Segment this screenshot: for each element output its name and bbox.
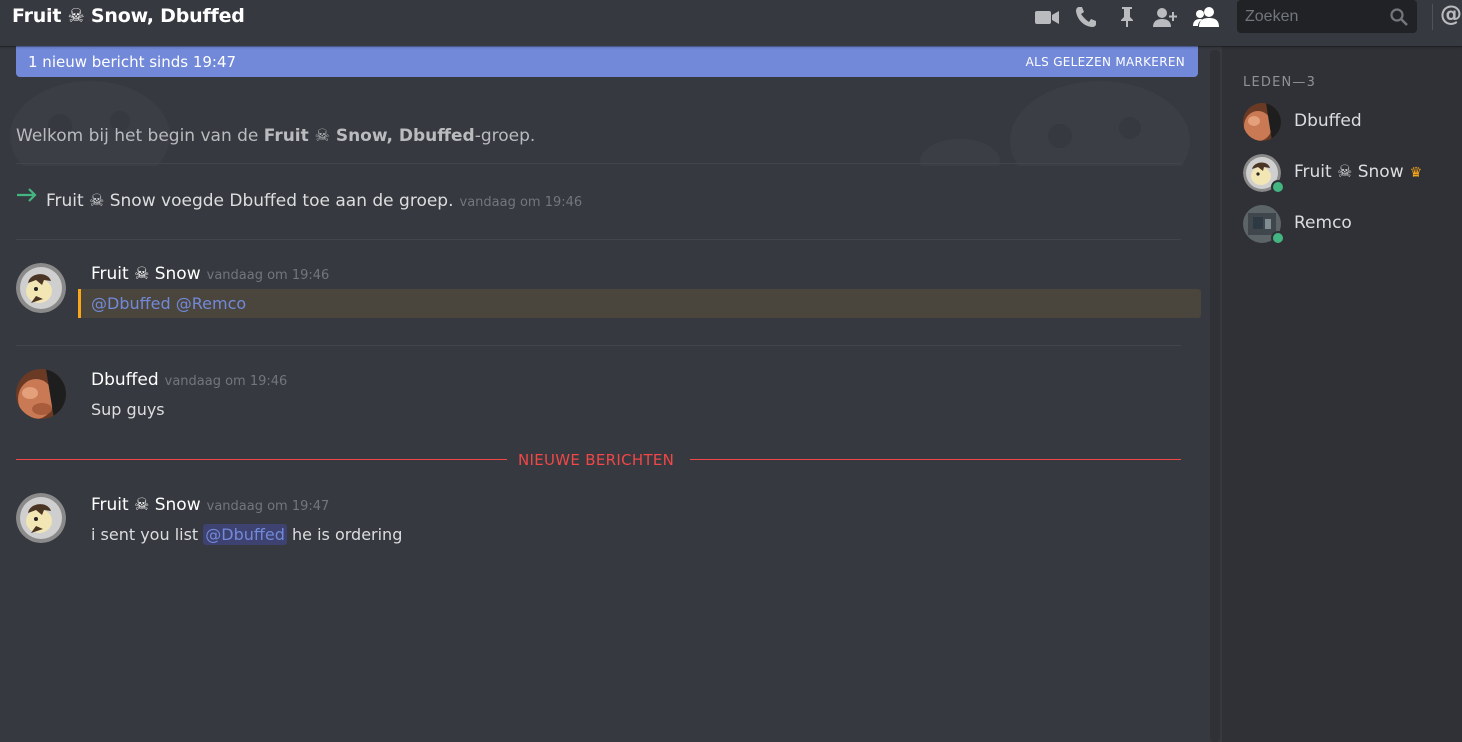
- author-name[interactable]: Fruit ☠ Snow: [91, 495, 201, 515]
- member-list: LEDEN—3 Dbuffed Fruit ☠ Snow ♛ Remco: [1222, 46, 1462, 742]
- message-author[interactable]: Dbuffed vandaag om 19:46: [91, 370, 287, 390]
- system-rest: toe aan de groep.: [297, 191, 454, 211]
- system-actor[interactable]: Fruit ☠ Snow: [46, 191, 156, 211]
- avatar[interactable]: [16, 369, 66, 419]
- members-icon[interactable]: [1193, 6, 1219, 28]
- divider: [16, 163, 1181, 164]
- message-content: i sent you list @Dbuffed he is ordering: [91, 524, 403, 545]
- mention-icon[interactable]: @: [1440, 2, 1462, 27]
- new-messages-divider: [690, 459, 1181, 460]
- channel-header: Fruit ☠ Snow, Dbuffed @: [0, 0, 1462, 46]
- welcome-suffix: -groep.: [474, 126, 536, 146]
- new-messages-banner-text: 1 nieuw bericht sinds 19:47: [28, 53, 237, 71]
- message-text: i sent you list: [91, 525, 204, 544]
- member-name: Dbuffed: [1294, 111, 1362, 131]
- new-messages-banner[interactable]: 1 nieuw bericht sinds 19:47 ALS GELEZEN …: [16, 46, 1198, 77]
- user-mention[interactable]: @Remco: [176, 294, 246, 313]
- new-messages-label: NIEUWE BERICHTEN: [518, 451, 675, 469]
- member-name: Remco: [1294, 213, 1352, 233]
- search-input[interactable]: [1237, 0, 1385, 33]
- author-name[interactable]: Fruit ☠ Snow: [91, 264, 201, 284]
- member-item[interactable]: Dbuffed: [1243, 103, 1453, 143]
- mention-highlight-row: [78, 289, 1201, 318]
- phone-icon[interactable]: [1074, 6, 1100, 28]
- chat-scrollbar[interactable]: [1210, 50, 1220, 742]
- member-item[interactable]: Fruit ☠ Snow ♛: [1243, 154, 1453, 194]
- crown-icon: ♛: [1409, 165, 1423, 181]
- system-verb: voegde: [155, 191, 230, 211]
- avatar[interactable]: [1243, 103, 1281, 141]
- chat-area: 1 nieuw bericht sinds 19:47 ALS GELEZEN …: [0, 46, 1208, 742]
- video-icon[interactable]: [1034, 6, 1060, 28]
- search-icon[interactable]: [1389, 7, 1409, 27]
- user-mention[interactable]: @Dbuffed: [91, 294, 171, 313]
- welcome-illustration: [10, 81, 1190, 166]
- member-name: Fruit ☠ Snow: [1294, 162, 1404, 182]
- welcome-prefix: Welkom bij het begin van de: [16, 126, 264, 146]
- member-list-header: LEDEN—3: [1243, 75, 1317, 90]
- timestamp: vandaag om 19:46: [459, 195, 583, 210]
- search-box[interactable]: [1237, 0, 1417, 33]
- online-status-icon: [1271, 180, 1285, 194]
- timestamp: vandaag om 19:47: [206, 499, 330, 514]
- message-content: @Dbuffed @Remco: [91, 294, 246, 313]
- member-join-arrow-icon: [16, 186, 38, 204]
- system-message: Fruit ☠ Snow voegde Dbuffed toe aan de g…: [46, 191, 582, 211]
- message-text: he is ordering: [286, 525, 403, 544]
- header-divider: [1432, 4, 1433, 30]
- message-author[interactable]: Fruit ☠ Snow vandaag om 19:46: [91, 264, 329, 284]
- timestamp: vandaag om 19:46: [206, 268, 330, 283]
- online-status-icon: [1271, 231, 1285, 245]
- pin-icon[interactable]: [1114, 6, 1140, 28]
- mark-as-read-button[interactable]: ALS GELEZEN MARKEREN: [1026, 55, 1185, 69]
- page-title: Fruit ☠ Snow, Dbuffed: [12, 5, 245, 27]
- avatar[interactable]: [16, 263, 66, 313]
- message-content: Sup guys: [91, 400, 165, 419]
- member-name-row: Fruit ☠ Snow ♛: [1294, 162, 1422, 182]
- avatar[interactable]: [16, 493, 66, 543]
- user-mention[interactable]: @Dbuffed: [203, 524, 287, 545]
- welcome-message: Welkom bij het begin van de Fruit ☠ Snow…: [16, 126, 535, 146]
- member-item[interactable]: Remco: [1243, 205, 1453, 245]
- author-name[interactable]: Dbuffed: [91, 370, 159, 390]
- system-target[interactable]: Dbuffed: [229, 191, 297, 211]
- timestamp: vandaag om 19:46: [164, 374, 288, 389]
- divider: [16, 345, 1181, 346]
- welcome-group-name: Fruit ☠ Snow, Dbuffed: [263, 126, 475, 146]
- message-author[interactable]: Fruit ☠ Snow vandaag om 19:47: [91, 495, 329, 515]
- divider: [16, 239, 1181, 240]
- new-messages-divider: [16, 459, 507, 460]
- add-member-icon[interactable]: [1153, 6, 1179, 28]
